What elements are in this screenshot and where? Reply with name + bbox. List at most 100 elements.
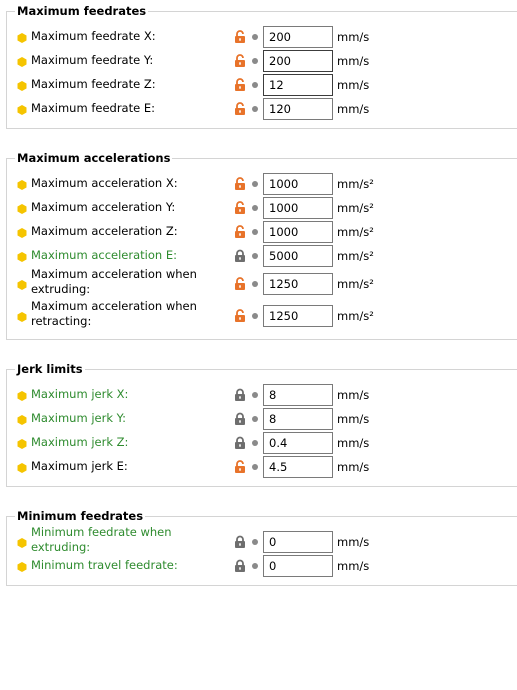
locked-padlock-icon[interactable] <box>233 535 247 549</box>
value-input[interactable]: 0 <box>263 555 333 577</box>
dot-icon[interactable] <box>252 253 258 259</box>
unlocked-padlock-icon[interactable] <box>233 460 247 474</box>
option-label: Maximum acceleration when extruding: <box>31 267 197 296</box>
unlocked-padlock-icon[interactable] <box>233 309 247 323</box>
unit-label: mm/s² <box>337 201 374 215</box>
dot-icon[interactable] <box>252 464 258 470</box>
value-input[interactable]: 1250 <box>263 305 333 327</box>
dot-icon[interactable] <box>252 563 258 569</box>
mode-hexagon-icon <box>17 32 27 43</box>
option-group: Maximum accelerations Maximum acceleratio… <box>6 151 517 340</box>
unit-label: mm/s² <box>337 177 374 191</box>
mode-hexagon-icon <box>17 279 27 290</box>
unlocked-padlock-icon[interactable] <box>233 54 247 68</box>
mode-hexagon-icon <box>17 561 27 572</box>
unit-label: mm/s² <box>337 309 374 323</box>
value-input[interactable]: 12 <box>263 74 333 96</box>
unit-label: mm/s <box>337 535 370 549</box>
option-label: Maximum jerk Z: <box>31 435 129 449</box>
option-row: Maximum jerk X: 8 mm/s <box>7 383 517 407</box>
unlocked-padlock-icon[interactable] <box>233 102 247 116</box>
dot-icon[interactable] <box>252 106 258 112</box>
group-title: Maximum accelerations <box>15 151 173 165</box>
unit-label: mm/s <box>337 78 370 92</box>
value-input[interactable]: 200 <box>263 50 333 72</box>
unlocked-padlock-icon[interactable] <box>233 277 247 291</box>
locked-padlock-icon[interactable] <box>233 436 247 450</box>
dot-icon[interactable] <box>252 313 258 319</box>
value-input[interactable]: 1000 <box>263 221 333 243</box>
value-input[interactable]: 0 <box>263 531 333 553</box>
option-label: Maximum feedrate E: <box>31 101 155 115</box>
option-label: Maximum feedrate X: <box>31 29 156 43</box>
dot-icon[interactable] <box>252 281 258 287</box>
option-row: Maximum feedrate Z: 12 mm/s <box>7 73 517 97</box>
mode-hexagon-icon <box>17 311 27 322</box>
unit-label: mm/s <box>337 30 370 44</box>
option-row: Maximum feedrate E: 120 mm/s <box>7 97 517 121</box>
group-title: Jerk limits <box>15 362 85 376</box>
value-input[interactable]: 1250 <box>263 273 333 295</box>
dot-icon[interactable] <box>252 34 258 40</box>
mode-hexagon-icon <box>17 104 27 115</box>
unlocked-padlock-icon[interactable] <box>233 201 247 215</box>
unit-label: mm/s² <box>337 277 374 291</box>
option-row: Maximum jerk Z: 0.4 mm/s <box>7 431 517 455</box>
dot-icon[interactable] <box>252 181 258 187</box>
unit-label: mm/s <box>337 102 370 116</box>
option-group: Jerk limits Maximum jerk X: 8 mm/s Maximum j… <box>6 362 517 487</box>
unlocked-padlock-icon[interactable] <box>233 78 247 92</box>
option-label: Maximum feedrate Z: <box>31 77 156 91</box>
value-input[interactable]: 0.4 <box>263 432 333 454</box>
dot-icon[interactable] <box>252 440 258 446</box>
mode-hexagon-icon <box>17 251 27 262</box>
option-label: Minimum feedrate when extruding: <box>31 525 172 554</box>
unit-label: mm/s <box>337 559 370 573</box>
option-row: Maximum jerk E: 4.5 mm/s <box>7 455 517 479</box>
unit-label: mm/s² <box>337 249 374 263</box>
value-input[interactable]: 200 <box>263 26 333 48</box>
mode-hexagon-icon <box>17 179 27 190</box>
group-title: Minimum feedrates <box>15 509 146 523</box>
unlocked-padlock-icon[interactable] <box>233 30 247 44</box>
option-row: Minimum feedrate when extruding: 0 mm/s <box>7 525 517 554</box>
locked-padlock-icon[interactable] <box>233 559 247 573</box>
mode-hexagon-icon <box>17 414 27 425</box>
dot-icon[interactable] <box>252 58 258 64</box>
value-input[interactable]: 1000 <box>263 173 333 195</box>
option-group: Minimum feedrates Minimum feedrate when e… <box>6 509 517 586</box>
option-row: Maximum acceleration when extruding: 1250… <box>7 267 517 296</box>
dot-icon[interactable] <box>252 416 258 422</box>
option-label: Maximum jerk E: <box>31 459 128 473</box>
option-row: Maximum acceleration X: 1000 mm/s² <box>7 172 517 196</box>
locked-padlock-icon[interactable] <box>233 388 247 402</box>
mode-hexagon-icon <box>17 438 27 449</box>
unlocked-padlock-icon[interactable] <box>233 177 247 191</box>
unit-label: mm/s² <box>337 225 374 239</box>
mode-hexagon-icon <box>17 227 27 238</box>
value-input[interactable]: 8 <box>263 384 333 406</box>
dot-icon[interactable] <box>252 205 258 211</box>
value-input[interactable]: 8 <box>263 408 333 430</box>
option-row: Minimum travel feedrate: 0 mm/s <box>7 554 517 578</box>
value-input[interactable]: 120 <box>263 98 333 120</box>
value-input[interactable]: 4.5 <box>263 456 333 478</box>
option-label: Maximum feedrate Y: <box>31 53 154 67</box>
option-label: Maximum acceleration X: <box>31 176 178 190</box>
option-label: Maximum acceleration Y: <box>31 200 176 214</box>
value-input[interactable]: 5000 <box>263 245 333 267</box>
value-input[interactable]: 1000 <box>263 197 333 219</box>
unit-label: mm/s <box>337 436 370 450</box>
unit-label: mm/s <box>337 412 370 426</box>
option-row: Maximum acceleration Y: 1000 mm/s² <box>7 196 517 220</box>
dot-icon[interactable] <box>252 392 258 398</box>
option-row: Maximum jerk Y: 8 mm/s <box>7 407 517 431</box>
unit-label: mm/s <box>337 388 370 402</box>
locked-padlock-icon[interactable] <box>233 249 247 263</box>
mode-hexagon-icon <box>17 390 27 401</box>
dot-icon[interactable] <box>252 82 258 88</box>
unlocked-padlock-icon[interactable] <box>233 225 247 239</box>
dot-icon[interactable] <box>252 539 258 545</box>
locked-padlock-icon[interactable] <box>233 412 247 426</box>
dot-icon[interactable] <box>252 229 258 235</box>
